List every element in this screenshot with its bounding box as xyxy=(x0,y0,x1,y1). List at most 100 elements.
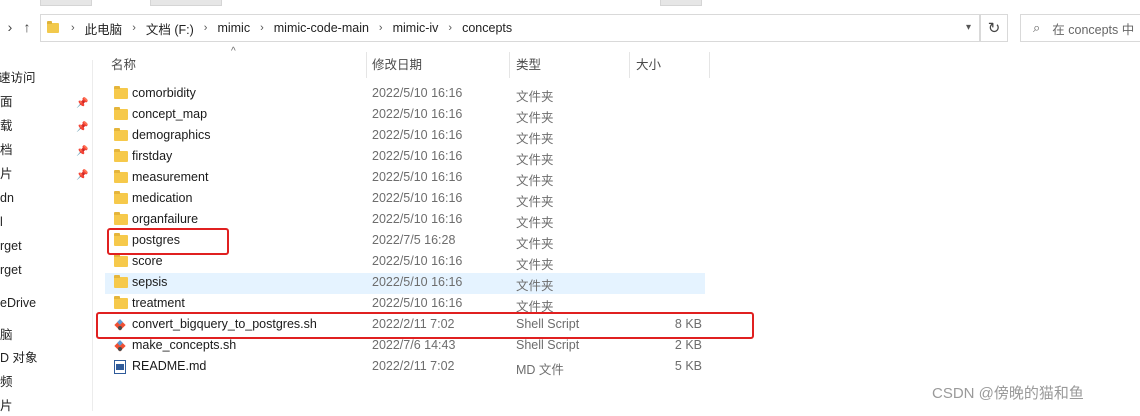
column-divider[interactable] xyxy=(509,52,510,78)
folder-icon xyxy=(114,191,128,204)
ribbon-tab[interactable] xyxy=(150,0,222,6)
file-name: comorbidity xyxy=(132,86,196,100)
search-placeholder: 在 concepts 中 xyxy=(1052,22,1135,37)
sort-ascending-icon: ^ xyxy=(231,46,236,57)
folder-icon xyxy=(47,21,59,33)
column-header-date[interactable]: 修改日期 xyxy=(372,52,422,78)
file-date: 2022/7/5 16:28 xyxy=(372,233,456,247)
file-row[interactable]: make_concepts.sh 2022/7/6 14:43 Shell Scri… xyxy=(105,336,705,357)
sidebar-item-videos[interactable]: 频 xyxy=(0,372,13,392)
navigation-pane: 速访问 面 📌 载 📌 档 📌 片 📌 dn l rget rget eDriv… xyxy=(0,60,93,413)
sidebar-item-downloads[interactable]: 载 xyxy=(0,116,13,136)
chevron-down-icon[interactable]: ▾ xyxy=(966,22,971,33)
up-arrow-icon[interactable]: ↑ xyxy=(17,17,37,37)
column-header-name[interactable]: 名称 xyxy=(111,52,136,78)
file-name: concept_map xyxy=(132,107,208,121)
refresh-icon: ↻ xyxy=(987,20,1001,37)
file-date: 2022/5/10 16:16 xyxy=(372,254,463,268)
column-divider[interactable] xyxy=(709,52,710,78)
file-name: demographics xyxy=(132,128,211,142)
file-name: README.md xyxy=(132,359,207,373)
pin-icon: 📌 xyxy=(76,170,89,181)
file-row[interactable]: concept_map 2022/5/10 16:16 文件夹 xyxy=(105,105,705,126)
file-name: measurement xyxy=(132,170,209,184)
chevron-right-icon[interactable]: › xyxy=(260,22,264,34)
ribbon-tab[interactable] xyxy=(40,0,92,6)
file-type: MD 文件 xyxy=(516,363,564,377)
breadcrumb-item[interactable]: concepts xyxy=(462,21,512,35)
file-row[interactable]: medication 2022/5/10 16:16 文件夹 xyxy=(105,189,705,210)
sidebar-item-quick-access[interactable]: 速访问 xyxy=(0,68,36,88)
ribbon-tab[interactable] xyxy=(660,0,702,6)
file-type: 文件夹 xyxy=(516,174,554,188)
file-name: make_concepts.sh xyxy=(132,338,237,352)
file-date: 2022/5/10 16:16 xyxy=(372,191,463,205)
file-date: 2022/5/10 16:16 xyxy=(372,149,463,163)
breadcrumb-item[interactable]: mimic-iv xyxy=(393,21,439,35)
chevron-right-icon[interactable]: › xyxy=(71,22,75,34)
file-size: 5 KB xyxy=(674,359,702,373)
sidebar-item-desktop[interactable]: 面 xyxy=(0,92,13,112)
breadcrumb-item[interactable]: 此电脑 xyxy=(85,19,123,38)
file-row[interactable]: score 2022/5/10 16:16 文件夹 xyxy=(105,252,705,273)
file-row[interactable]: sepsis 2022/5/10 16:16 文件夹 xyxy=(105,273,705,294)
file-date: 2022/5/10 16:16 xyxy=(372,212,463,226)
file-date: 2022/5/10 16:16 xyxy=(372,107,463,121)
file-date: 2022/5/10 16:16 xyxy=(372,170,463,184)
file-type: 文件夹 xyxy=(516,195,554,209)
file-row[interactable]: measurement 2022/5/10 16:16 文件夹 xyxy=(105,168,705,189)
file-date: 2022/5/10 16:16 xyxy=(372,296,463,310)
file-date: 2022/5/10 16:16 xyxy=(372,128,463,142)
sidebar-item-this-pc[interactable]: 脑 xyxy=(0,325,13,345)
sidebar-item-pictures[interactable]: 片 xyxy=(0,396,13,416)
file-type: 文件夹 xyxy=(516,90,554,104)
chevron-right-icon[interactable]: › xyxy=(132,22,136,34)
chevron-right-icon[interactable]: › xyxy=(448,22,452,34)
folder-icon xyxy=(114,107,128,120)
search-input[interactable]: ⌕ 在 concepts 中 xyxy=(1020,14,1140,42)
folder-icon xyxy=(114,296,128,309)
file-row[interactable]: README.md 2022/2/11 7:02 MD 文件 5 KB xyxy=(105,357,705,378)
pin-icon: 📌 xyxy=(76,122,89,133)
pin-icon: 📌 xyxy=(76,98,89,109)
highlight-box xyxy=(96,312,754,339)
file-name: score xyxy=(132,254,163,268)
file-row[interactable]: demographics 2022/5/10 16:16 文件夹 xyxy=(105,126,705,147)
file-type: 文件夹 xyxy=(516,237,554,251)
sidebar-item-documents[interactable]: 档 xyxy=(0,140,13,160)
chevron-right-icon[interactable]: › xyxy=(379,22,383,34)
sidebar-item-onedrive[interactable]: eDrive xyxy=(0,293,36,313)
shell-script-icon xyxy=(113,339,127,353)
folder-icon xyxy=(114,170,128,183)
breadcrumb-item[interactable]: mimic xyxy=(217,21,250,35)
column-header-type[interactable]: 类型 xyxy=(516,52,541,78)
chevron-right-icon[interactable]: › xyxy=(204,22,208,34)
refresh-button[interactable]: ↻ xyxy=(980,14,1008,42)
sidebar-item-target[interactable]: rget xyxy=(0,236,22,256)
watermark: CSDN @傍晚的猫和鱼 xyxy=(932,385,1084,402)
column-header-size[interactable]: 大小 xyxy=(636,52,661,78)
file-name: firstday xyxy=(132,149,173,163)
sidebar-item-folder[interactable]: l xyxy=(0,212,3,232)
file-date: 2022/2/11 7:02 xyxy=(372,359,455,373)
file-row[interactable]: firstday 2022/5/10 16:16 文件夹 xyxy=(105,147,705,168)
sidebar-item-3d-objects[interactable]: D 对象 xyxy=(0,348,38,368)
breadcrumb-item[interactable]: 文档 (F:) xyxy=(146,19,194,38)
sidebar-item-pictures[interactable]: 片 xyxy=(0,164,13,184)
file-date: 2022/5/10 16:16 xyxy=(372,86,463,100)
address-bar[interactable]: › 此电脑 › 文档 (F:) › mimic › mimic-code-mai… xyxy=(40,14,980,42)
breadcrumb: 此电脑 › 文档 (F:) › mimic › mimic-code-main … xyxy=(85,19,512,38)
folder-icon xyxy=(114,212,128,225)
file-name: treatment xyxy=(132,296,185,310)
file-row[interactable]: comorbidity 2022/5/10 16:16 文件夹 xyxy=(105,84,705,105)
sidebar-item-csdn[interactable]: dn xyxy=(0,188,14,208)
ribbon-strip xyxy=(0,0,1140,7)
column-divider[interactable] xyxy=(629,52,630,78)
search-icon: ⌕ xyxy=(1033,20,1041,35)
folder-icon xyxy=(114,254,128,267)
column-divider[interactable] xyxy=(366,52,367,78)
sidebar-item-target[interactable]: rget xyxy=(0,260,22,280)
breadcrumb-item[interactable]: mimic-code-main xyxy=(274,21,369,35)
file-date: 2022/7/6 14:43 xyxy=(372,338,456,352)
file-size: 2 KB xyxy=(674,338,702,352)
